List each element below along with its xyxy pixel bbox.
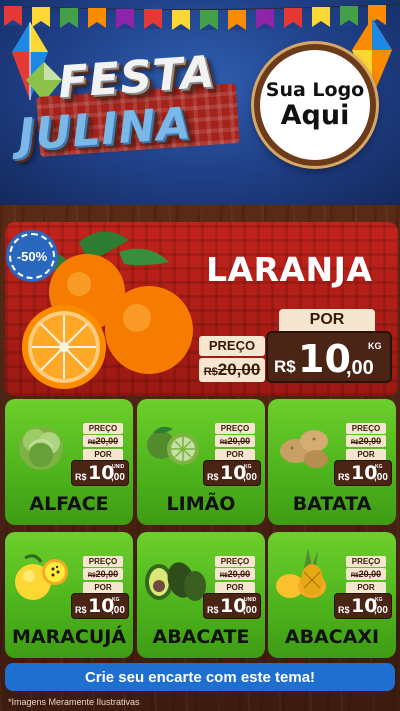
old-price: R$20,00 xyxy=(83,435,123,447)
unit: KG xyxy=(375,597,383,603)
potato-image xyxy=(280,430,328,468)
old-price: R$20,00 xyxy=(346,568,386,580)
new-price: R$ 10,00 UNID xyxy=(71,460,129,486)
old-price-label: PREÇO xyxy=(346,556,386,567)
new-price: R$ 10,00 UNID xyxy=(203,593,261,619)
old-price-value: 20,00 xyxy=(227,569,251,579)
header-banner: FESTA JULINA Sua Logo Aqui xyxy=(0,0,400,205)
product-card[interactable]: PREÇO R$20,00 POR R$ 10,00 UNID ALFACE xyxy=(5,399,133,525)
old-price-value: 20,00 xyxy=(358,569,382,579)
currency: R$ xyxy=(75,472,87,482)
passion-fruit-image xyxy=(15,554,68,600)
hero-old-price-label: PREÇO xyxy=(199,336,265,356)
price-dec: ,00 xyxy=(374,605,388,616)
old-price-label: PREÇO xyxy=(346,423,386,434)
price-dec: ,00 xyxy=(374,472,388,483)
product-card[interactable]: PREÇO R$20,00 POR R$ 10,00 KG MARACUJÁ xyxy=(5,532,133,658)
hero-currency: R$ xyxy=(274,357,296,376)
product-name: LIMÃO xyxy=(166,493,236,515)
bunting-flags-icon xyxy=(0,3,400,30)
old-price-label: PREÇO xyxy=(215,556,255,567)
old-currency: R$ xyxy=(87,440,96,446)
price-dec: ,00 xyxy=(243,605,257,616)
old-price: R$20,00 xyxy=(346,435,386,447)
hero-price-dec: ,00 xyxy=(346,357,374,379)
unit: UNID xyxy=(112,464,125,470)
new-price: R$ 10,00 KG xyxy=(334,460,392,486)
footnote: *Imagens Meramente Ilustrativas xyxy=(8,697,140,707)
old-price-value: 20,00 xyxy=(227,436,251,446)
new-price: R$ 10,00 KG xyxy=(71,593,129,619)
discount-badge: -50% xyxy=(9,233,55,279)
old-price-label: PREÇO xyxy=(83,423,123,434)
logo-placeholder[interactable]: Sua Logo Aqui xyxy=(254,44,376,166)
currency: R$ xyxy=(338,472,350,482)
old-price-label: PREÇO xyxy=(83,556,123,567)
product-card[interactable]: PREÇO R$20,00 POR R$ 10,00 KG ABACAXI xyxy=(268,532,396,658)
product-name: MARACUJÁ xyxy=(11,626,127,648)
price-dec: ,00 xyxy=(111,605,125,616)
new-price-label: POR xyxy=(215,449,255,460)
old-price-value: 20,00 xyxy=(358,436,382,446)
product-name: ABACATE xyxy=(152,626,250,648)
new-price-label: POR xyxy=(346,582,386,593)
old-price: R$20,00 xyxy=(83,568,123,580)
logo-placeholder-line1: Sua Logo xyxy=(265,79,365,101)
old-currency: R$ xyxy=(350,440,359,446)
lettuce-image xyxy=(19,426,63,470)
hero-price-int: 10 xyxy=(298,337,351,381)
hero-old-currency: R$ xyxy=(203,366,218,378)
old-price-value: 20,00 xyxy=(95,436,119,446)
new-price-label: POR xyxy=(215,582,255,593)
old-price: R$20,00 xyxy=(215,435,255,447)
unit: UNID xyxy=(244,597,257,603)
logo-placeholder-line2: Aqui xyxy=(280,100,350,131)
hero-old-value: 20,00 xyxy=(217,360,261,379)
lime-image xyxy=(147,426,199,465)
new-price: R$ 10,00 KG xyxy=(203,460,261,486)
product-name: BATATA xyxy=(292,493,372,515)
old-price: R$20,00 xyxy=(215,568,255,580)
hero-old-price: R$20,00 xyxy=(199,358,265,382)
price-dec: ,00 xyxy=(243,472,257,483)
hero-product-name: LARANJA xyxy=(206,250,373,289)
hero-unit: KG xyxy=(368,341,382,351)
hero-new-price: R$ 10 ,00 KG xyxy=(266,331,392,383)
currency: R$ xyxy=(75,605,87,615)
old-price-label: PREÇO xyxy=(215,423,255,434)
new-price-label: POR xyxy=(346,449,386,460)
product-card[interactable]: PREÇO R$20,00 POR R$ 10,00 KG BATATA xyxy=(268,399,396,525)
pineapple-image xyxy=(276,548,326,598)
currency: R$ xyxy=(338,605,350,615)
hero-new-price-label: POR xyxy=(279,309,375,331)
title-line2: JULINA xyxy=(16,98,193,161)
old-currency: R$ xyxy=(219,440,228,446)
old-currency: R$ xyxy=(87,573,96,579)
new-price: R$ 10,00 KG xyxy=(334,593,392,619)
product-card[interactable]: PREÇO R$20,00 POR R$ 10,00 KG LIMÃO xyxy=(137,399,265,525)
currency: R$ xyxy=(207,605,219,615)
new-price-label: POR xyxy=(83,582,123,593)
product-name: ALFACE xyxy=(29,493,109,515)
unit: KG xyxy=(112,597,120,603)
price-dec: ,00 xyxy=(111,472,125,483)
avocado-image xyxy=(145,562,206,601)
currency: R$ xyxy=(207,472,219,482)
old-price-value: 20,00 xyxy=(95,569,119,579)
old-currency: R$ xyxy=(219,573,228,579)
old-currency: R$ xyxy=(350,573,359,579)
new-price-label: POR xyxy=(83,449,123,460)
unit: KG xyxy=(375,464,383,470)
unit: KG xyxy=(244,464,252,470)
cta-button[interactable]: Crie seu encarte com este tema! xyxy=(5,663,395,691)
festa-julina-title: FESTA JULINA xyxy=(16,47,240,170)
product-card[interactable]: PREÇO R$20,00 POR R$ 10,00 UNID ABACATE xyxy=(137,532,265,658)
product-name: ABACAXI xyxy=(284,626,380,648)
